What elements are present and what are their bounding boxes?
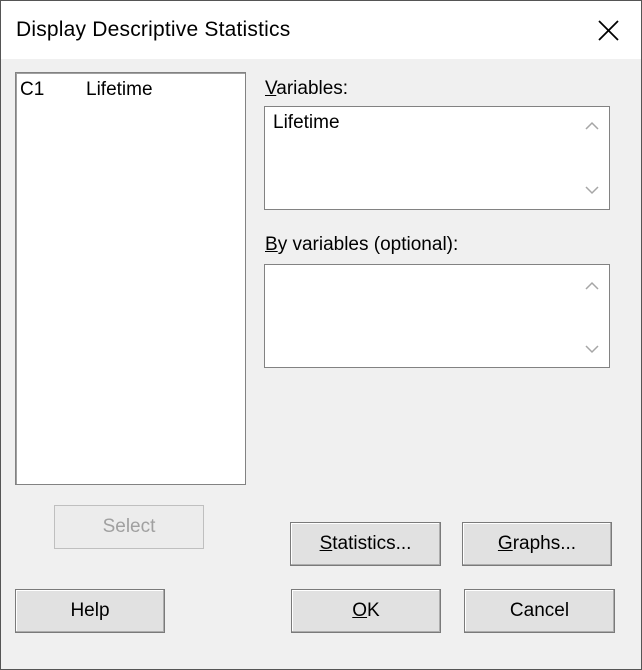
by-variables-field[interactable] bbox=[264, 264, 610, 368]
variables-label-mnemonic: V bbox=[265, 78, 277, 99]
scroll-down-icon[interactable] bbox=[585, 185, 599, 195]
statistics-button[interactable]: Statistics... bbox=[290, 522, 441, 566]
close-icon bbox=[598, 20, 619, 41]
list-item[interactable]: C1 Lifetime bbox=[20, 79, 220, 101]
column-id: C1 bbox=[20, 79, 45, 100]
column-name: Lifetime bbox=[86, 79, 153, 100]
variables-field[interactable]: Lifetime bbox=[264, 106, 610, 210]
variables-label: Variables: bbox=[265, 78, 348, 100]
by-variables-label-text: y variables (optional): bbox=[277, 234, 459, 255]
variable-list[interactable]: C1 Lifetime bbox=[15, 72, 246, 485]
dialog-title: Display Descriptive Statistics bbox=[16, 18, 291, 41]
variables-field-value: Lifetime bbox=[273, 112, 340, 133]
descriptive-statistics-dialog: Display Descriptive Statistics C1 Lifeti… bbox=[0, 0, 642, 670]
close-button[interactable] bbox=[590, 13, 626, 49]
title-bar: Display Descriptive Statistics bbox=[1, 1, 641, 59]
select-button[interactable]: Select bbox=[54, 505, 204, 549]
scroll-up-icon[interactable] bbox=[585, 121, 599, 131]
ok-label: K bbox=[367, 600, 380, 621]
scroll-up-icon[interactable] bbox=[585, 281, 599, 291]
by-variables-label: By variables (optional): bbox=[265, 234, 458, 256]
statistics-mnemonic: S bbox=[319, 533, 333, 554]
help-button[interactable]: Help bbox=[15, 589, 165, 633]
ok-button[interactable]: OK bbox=[291, 589, 441, 633]
graphs-button[interactable]: Graphs... bbox=[462, 522, 612, 566]
by-variables-label-mnemonic: B bbox=[265, 234, 278, 255]
graphs-label: raphs... bbox=[512, 533, 577, 554]
ok-mnemonic: O bbox=[352, 600, 368, 621]
by-variables-scrollbar[interactable] bbox=[575, 265, 609, 367]
variables-label-text: ariables: bbox=[276, 78, 349, 99]
variables-scrollbar[interactable] bbox=[575, 107, 609, 209]
statistics-label: tatistics... bbox=[332, 533, 412, 554]
scroll-down-icon[interactable] bbox=[585, 344, 599, 354]
graphs-mnemonic: G bbox=[497, 533, 513, 554]
cancel-button[interactable]: Cancel bbox=[464, 589, 615, 633]
